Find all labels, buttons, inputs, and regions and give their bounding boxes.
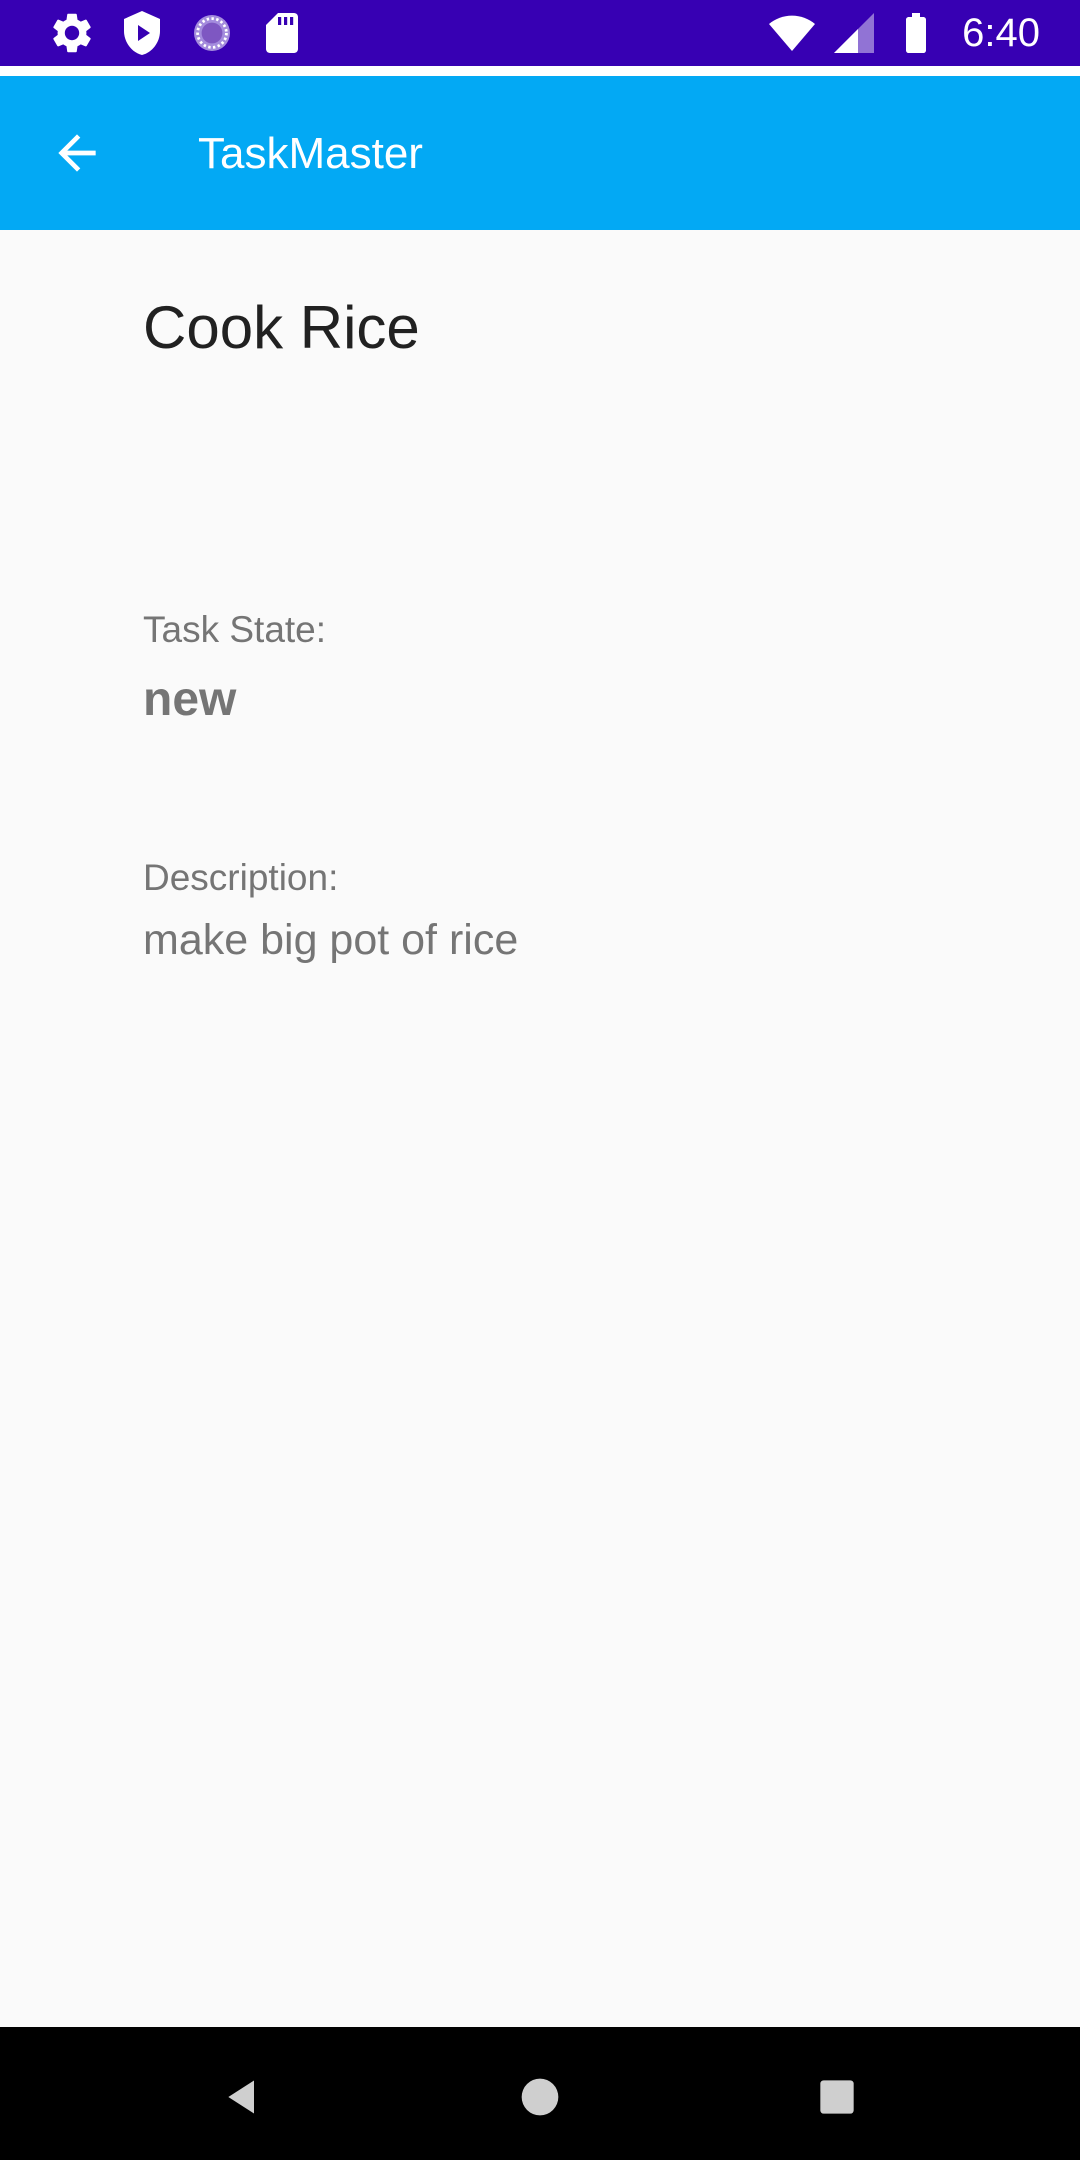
gear-icon bbox=[53, 13, 91, 53]
app-title: TaskMaster bbox=[198, 129, 423, 178]
status-left-icons bbox=[48, 9, 306, 57]
nav-back-button[interactable] bbox=[203, 2057, 283, 2137]
task-state-label: Task State: bbox=[143, 609, 327, 650]
nav-home-icon bbox=[521, 2078, 559, 2116]
status-bar: 6:40 bbox=[0, 0, 1080, 66]
nav-recents-button[interactable] bbox=[797, 2057, 877, 2137]
status-divider bbox=[0, 66, 1080, 76]
wifi-icon bbox=[769, 15, 816, 52]
arrow-back-icon bbox=[58, 134, 96, 172]
battery-icon bbox=[906, 13, 927, 53]
signal-icon bbox=[834, 13, 875, 53]
status-right-icons: 6:40 bbox=[768, 7, 1040, 59]
nav-home-button[interactable] bbox=[500, 2057, 580, 2137]
screen: 6:40 TaskMaster Cook Rice Task State: ne… bbox=[0, 0, 1080, 2160]
description-value: make big pot of rice bbox=[143, 916, 519, 964]
sd-card-icon bbox=[266, 13, 298, 53]
description-label: Description: bbox=[143, 857, 339, 898]
shield-play-icon bbox=[124, 11, 160, 55]
nav-back-icon bbox=[228, 2080, 254, 2114]
system-nav-bar bbox=[0, 2027, 1080, 2160]
nav-recents-icon bbox=[820, 2080, 854, 2114]
sync-circle-icon bbox=[194, 15, 230, 51]
back-button[interactable] bbox=[36, 119, 118, 187]
status-time: 6:40 bbox=[962, 11, 1040, 55]
task-state-value: new bbox=[143, 673, 237, 726]
app-bar: TaskMaster bbox=[0, 76, 1080, 230]
task-title: Cook Rice bbox=[143, 294, 420, 361]
